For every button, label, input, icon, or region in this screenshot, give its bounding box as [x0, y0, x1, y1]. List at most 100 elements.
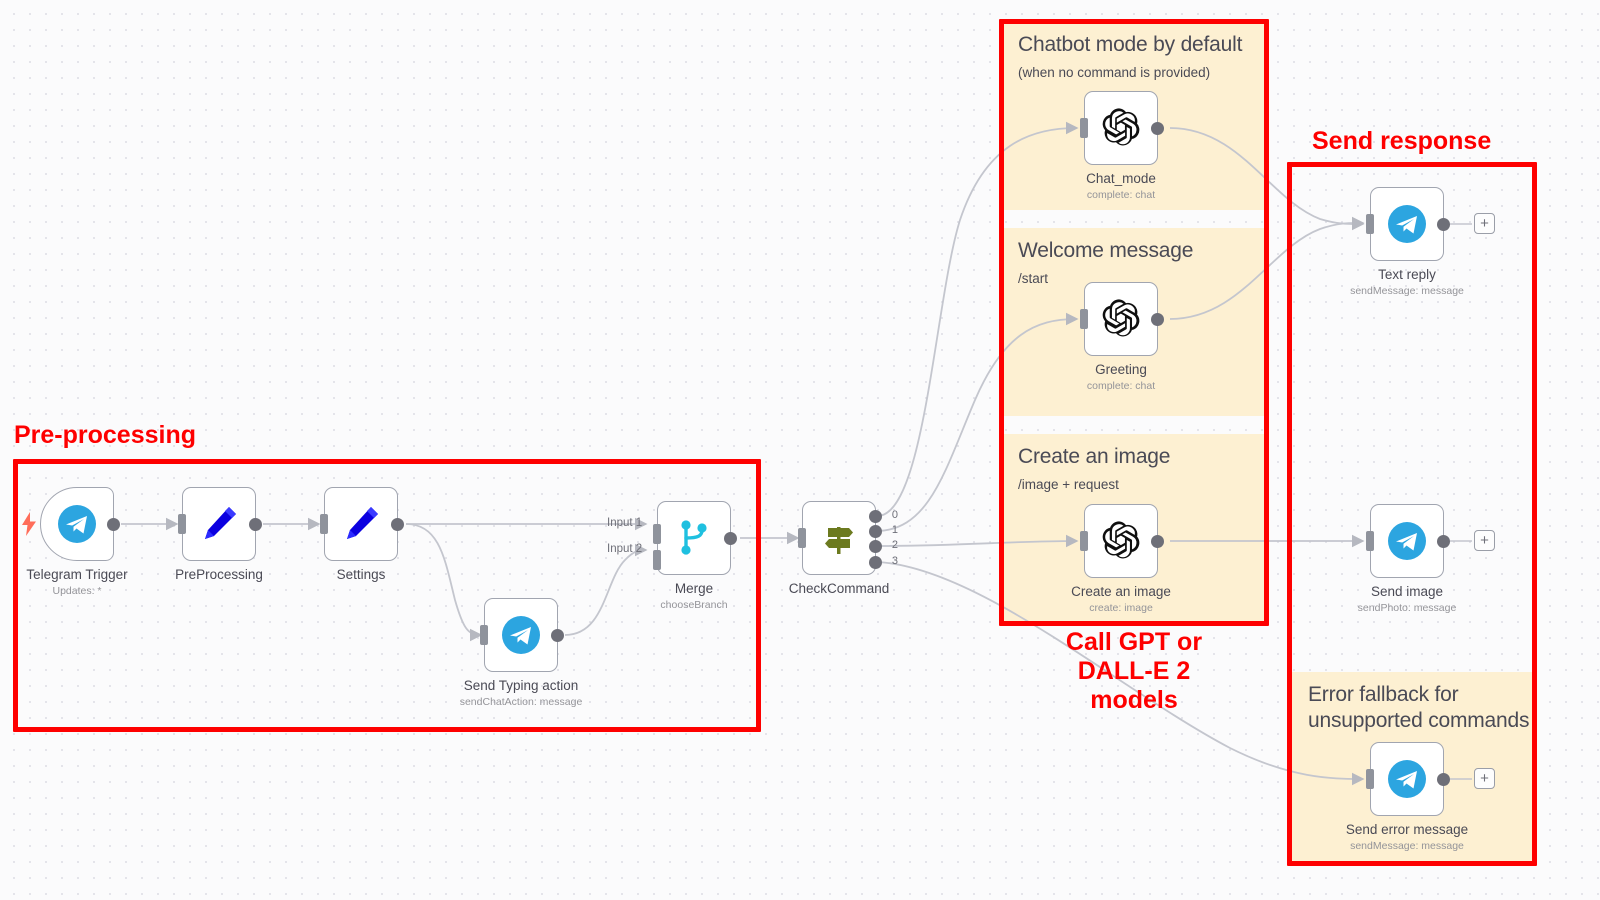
telegram-icon	[1388, 205, 1426, 243]
input-connector[interactable]	[178, 514, 186, 534]
openai-icon	[1102, 108, 1140, 146]
node-chat-mode[interactable]: Chat_mode complete: chat	[1080, 91, 1164, 201]
sticky-subtitle: /image + request	[1018, 477, 1119, 492]
node-body[interactable]	[1080, 504, 1164, 578]
output-connector[interactable]	[1437, 534, 1450, 548]
node-body[interactable]	[320, 487, 404, 561]
output-connector[interactable]	[1151, 534, 1164, 548]
node-sublabel: sendMessage: message	[1350, 840, 1464, 852]
input-connector[interactable]	[1080, 309, 1088, 329]
node-body[interactable]	[178, 487, 262, 561]
node-send-typing-action[interactable]: Send Typing action sendChatAction: messa…	[460, 598, 582, 708]
merge-input-1-label: Input 1	[607, 517, 643, 529]
node-text-reply[interactable]: Text reply sendMessage: message	[1350, 187, 1464, 297]
node-sublabel: chooseBranch	[660, 599, 728, 611]
input-connector[interactable]	[1366, 769, 1374, 789]
input-connector[interactable]	[1080, 118, 1088, 138]
input-connector[interactable]	[798, 528, 806, 548]
node-body[interactable]	[480, 598, 564, 672]
input-connector[interactable]	[1366, 214, 1374, 234]
telegram-icon	[58, 505, 96, 543]
annotation-label-call-models: Call GPT or DALL-E 2 models	[1030, 628, 1238, 715]
output-index-1: 1	[891, 524, 898, 536]
input-connector[interactable]	[1366, 531, 1374, 551]
input-connector[interactable]	[1080, 531, 1088, 551]
output-index-3: 3	[891, 555, 898, 567]
node-label: Chat_mode	[1086, 171, 1156, 186]
node-body[interactable]	[1080, 282, 1164, 356]
node-telegram-trigger[interactable]: Telegram Trigger Updates: *	[22, 487, 128, 597]
annotation-label-pre-processing: Pre-processing	[14, 421, 197, 449]
node-body[interactable]	[1080, 91, 1164, 165]
output-connector[interactable]	[391, 517, 404, 531]
node-send-image[interactable]: Send image sendPhoto: message	[1358, 504, 1456, 614]
telegram-icon	[1388, 760, 1426, 798]
node-body[interactable]	[1366, 742, 1450, 816]
sticky-title: Welcome message	[1018, 239, 1194, 262]
sticky-title-line1: Error fallback for	[1308, 683, 1459, 706]
sticky-title: Chatbot mode by default	[1018, 33, 1243, 56]
node-sublabel: sendMessage: message	[1350, 285, 1464, 297]
node-sublabel: complete: chat	[1086, 380, 1156, 392]
node-label: Greeting	[1095, 362, 1147, 377]
add-node-button-text-reply[interactable]: +	[1474, 213, 1495, 234]
node-label: CheckCommand	[788, 581, 890, 596]
output-connector[interactable]	[1151, 312, 1164, 326]
lightning-bolt-icon	[21, 512, 37, 536]
sticky-title: Create an image	[1018, 445, 1171, 468]
add-node-button-send-image[interactable]: +	[1474, 530, 1495, 551]
node-checkcommand[interactable]: 0 1 2 3 CheckCommand	[789, 501, 898, 596]
sticky-subtitle: (when no command is provided)	[1018, 65, 1211, 80]
output-connector[interactable]	[1437, 217, 1450, 231]
input-connector[interactable]	[480, 625, 488, 645]
input-connector-2[interactable]	[653, 550, 661, 570]
output-connector[interactable]	[551, 628, 564, 642]
node-body[interactable]	[1366, 187, 1450, 261]
node-body[interactable]	[653, 501, 737, 575]
output-connector[interactable]	[1437, 772, 1450, 786]
output-connector-3[interactable]	[869, 556, 882, 569]
output-connector[interactable]	[249, 517, 262, 531]
annotation-label-line-3: models	[1090, 686, 1178, 714]
output-connector[interactable]	[724, 531, 737, 545]
input-connector[interactable]	[320, 514, 328, 534]
node-sublabel: complete: chat	[1086, 189, 1156, 201]
node-send-error-message[interactable]: Send error message sendMessage: message	[1346, 742, 1468, 852]
node-settings[interactable]: Settings	[320, 487, 404, 582]
output-connector-2[interactable]	[869, 540, 882, 553]
node-label: Send image	[1370, 584, 1444, 599]
input-connector-1[interactable]	[653, 524, 661, 544]
telegram-icon	[1388, 522, 1426, 560]
annotation-label-line-2: DALL-E 2	[1077, 657, 1191, 685]
node-label: Send error message	[1345, 822, 1469, 837]
node-label: Text reply	[1378, 267, 1436, 282]
add-node-button-send-error[interactable]: +	[1474, 768, 1495, 789]
node-label: Settings	[336, 567, 386, 582]
sticky-subtitle: /start	[1018, 271, 1049, 286]
node-preprocessing[interactable]: PreProcessing	[175, 487, 263, 582]
pencil-icon	[347, 507, 378, 539]
node-label: Merge	[674, 581, 714, 596]
node-body[interactable]	[1366, 504, 1450, 578]
merge-input-2-label: Input 2	[607, 543, 643, 555]
node-greeting[interactable]: Greeting complete: chat	[1080, 282, 1164, 392]
node-sublabel: Updates: *	[52, 585, 102, 597]
node-label: Telegram Trigger	[26, 567, 128, 582]
pencil-icon	[205, 507, 236, 539]
node-sublabel: sendChatAction: message	[459, 696, 583, 708]
output-connector[interactable]	[1151, 121, 1164, 135]
node-label: Create an image	[1071, 584, 1171, 599]
node-create-an-image[interactable]: Create an image create: image	[1071, 504, 1171, 614]
node-body[interactable]: 0 1 2 3	[798, 501, 898, 575]
node-body[interactable]	[22, 487, 120, 561]
node-label: PreProcessing	[175, 567, 263, 582]
output-connector-0[interactable]	[869, 510, 882, 523]
openai-icon	[1102, 299, 1140, 337]
node-merge[interactable]: Input 1 Input 2 Merge chooseBranch	[607, 501, 737, 611]
node-label: Send Typing action	[463, 678, 579, 693]
output-connector[interactable]	[107, 517, 120, 531]
output-connector-1[interactable]	[869, 525, 882, 538]
annotation-label-line-1: Call GPT or	[1065, 628, 1203, 656]
node-sublabel: create: image	[1089, 602, 1153, 614]
node-sublabel: sendPhoto: message	[1357, 602, 1457, 614]
